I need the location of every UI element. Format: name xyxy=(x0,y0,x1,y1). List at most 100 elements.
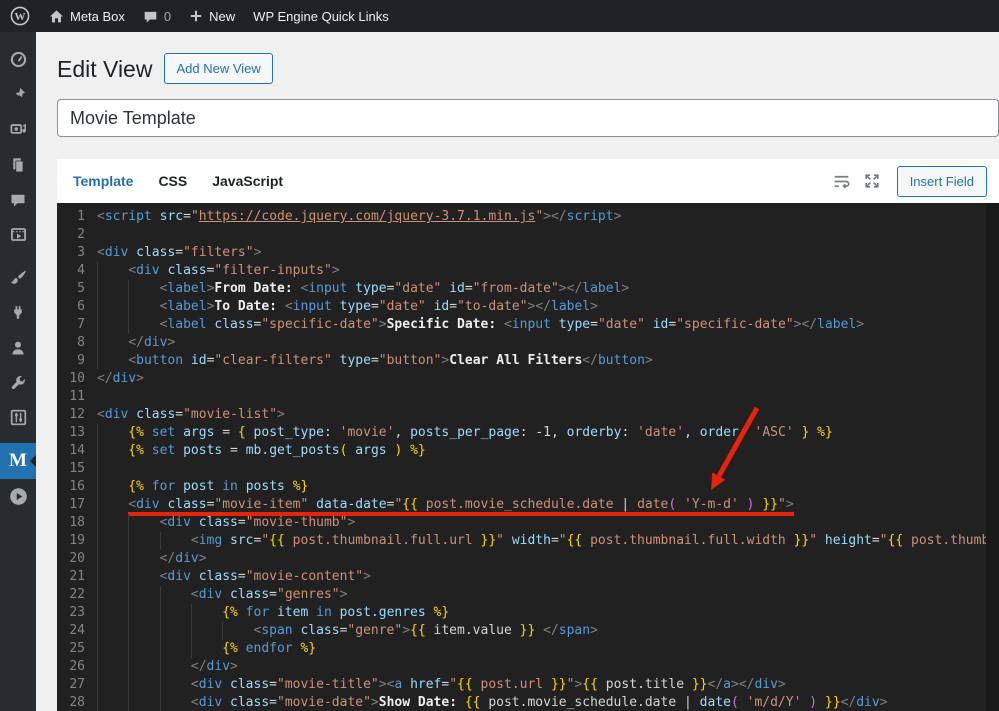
new-label: New xyxy=(209,8,236,24)
sidebar-item-video[interactable] xyxy=(0,217,36,252)
code-line[interactable]: 11 xyxy=(59,388,999,406)
code-line[interactable]: 19 <img src="{{ post.thumbnail.full.url }… xyxy=(59,532,999,550)
sidebar-item-users[interactable] xyxy=(0,330,36,365)
pushpin-icon xyxy=(10,87,26,103)
code-line[interactable]: 23 {% for item in post.genres %} xyxy=(59,604,999,622)
page-title: Edit View xyxy=(57,55,153,82)
code-line[interactable]: 22 <div class="genres"> xyxy=(59,586,999,604)
wp-engine-quick-links[interactable]: WP Engine Quick Links xyxy=(244,0,398,32)
admin-bar: W Meta Box 0 New WP Engine Quick Links xyxy=(0,0,999,32)
line-number: 18 xyxy=(69,515,85,530)
code-line[interactable]: 12 <div class="movie-list"> xyxy=(59,406,999,424)
sidebar-item-tools[interactable] xyxy=(0,365,36,400)
line-number: 25 xyxy=(69,641,85,656)
code-line[interactable]: 20 </div> xyxy=(59,550,999,568)
code-line[interactable]: 6 <label>To Date: <input type="date" id="… xyxy=(59,298,999,316)
line-number: 20 xyxy=(69,551,85,566)
line-number: 27 xyxy=(69,677,85,692)
comments-menu-item[interactable]: 0 xyxy=(134,0,180,32)
video-icon xyxy=(10,226,27,243)
code-line[interactable]: 24 <span class="genre">{{ item.value }} <… xyxy=(59,622,999,640)
code-line[interactable]: 7 <label class="specific-date">Specific D… xyxy=(59,316,999,334)
fullscreen-icon[interactable] xyxy=(863,172,881,190)
code-line[interactable]: 14 {% set posts = mb.get_posts( args ) %} xyxy=(59,442,999,460)
code-line[interactable]: 18 <div class="movie-thumb"> xyxy=(59,514,999,532)
line-number: 23 xyxy=(69,605,85,620)
line-number: 28 xyxy=(69,695,85,710)
code-line[interactable]: 21 <div class="movie-content"> xyxy=(59,568,999,586)
line-number: 9 xyxy=(77,353,85,368)
code-line[interactable]: 2 xyxy=(59,226,999,244)
view-title-input[interactable] xyxy=(57,99,999,137)
media-icon xyxy=(9,121,27,138)
comments-count: 0 xyxy=(163,8,172,24)
comments-icon xyxy=(143,9,158,24)
sliders-icon xyxy=(10,409,27,426)
editor-scrollbar[interactable] xyxy=(986,203,999,711)
new-menu-item[interactable]: New xyxy=(180,0,244,32)
sidebar-item-settings[interactable] xyxy=(0,400,36,435)
sidebar-item-comments[interactable] xyxy=(0,182,36,217)
line-number: 8 xyxy=(77,335,85,350)
line-number: 17 xyxy=(69,497,85,512)
line-number: 21 xyxy=(69,569,85,584)
sidebar-item-pages[interactable] xyxy=(0,147,36,182)
code-line[interactable]: 10 </div> xyxy=(59,370,999,388)
svg-text:W: W xyxy=(15,11,26,23)
paintbrush-icon xyxy=(10,269,27,286)
wordpress-menu-button[interactable]: W xyxy=(0,0,40,32)
sidebar-item-posts[interactable] xyxy=(0,77,36,112)
user-icon xyxy=(10,340,26,356)
tab-template[interactable]: Template xyxy=(73,173,133,189)
admin-sidebar: M xyxy=(0,32,36,711)
line-number: 4 xyxy=(77,263,85,278)
sidebar-item-dashboard[interactable] xyxy=(0,42,36,77)
line-number: 12 xyxy=(69,407,85,422)
line-number: 2 xyxy=(77,227,85,242)
dashboard-icon xyxy=(10,51,27,68)
plus-icon xyxy=(189,9,203,23)
sidebar-item-appearance[interactable] xyxy=(0,260,36,295)
code-line[interactable]: 17 <div class="movie-item" data-date="{{ … xyxy=(59,496,999,516)
sidebar-item-plugins[interactable] xyxy=(0,295,36,330)
code-line[interactable]: 9 <button id="clear-filters" type="button… xyxy=(59,352,999,370)
tab-javascript[interactable]: JavaScript xyxy=(212,173,283,189)
line-number: 1 xyxy=(77,209,85,224)
line-number: 6 xyxy=(77,299,85,314)
code-line[interactable]: 26 </div> xyxy=(59,658,999,676)
line-number: 19 xyxy=(69,533,85,548)
add-new-view-button[interactable]: Add New View xyxy=(164,53,273,84)
line-number: 7 xyxy=(77,317,85,332)
line-number: 26 xyxy=(69,659,85,674)
code-line[interactable]: 1 <script src="https://code.jquery.com/jq… xyxy=(59,208,999,226)
comment-bubble-icon xyxy=(10,192,26,208)
code-line[interactable]: 15 xyxy=(59,460,999,478)
plug-icon xyxy=(10,305,26,321)
code-editor[interactable]: 1 <script src="https://code.jquery.com/jq… xyxy=(57,203,999,711)
code-line[interactable]: 8 </div> xyxy=(59,334,999,352)
code-line[interactable]: 25 {% endfor %} xyxy=(59,640,999,658)
code-line[interactable]: 27 <div class="movie-title"><a href="{{ p… xyxy=(59,676,999,694)
admin-content: Edit View Add New View Template CSS Java… xyxy=(36,32,999,711)
sidebar-item-play[interactable] xyxy=(0,479,36,514)
wrench-icon xyxy=(10,375,26,391)
code-line[interactable]: 16 {% for post in posts %} xyxy=(59,478,999,496)
sidebar-item-meta-box[interactable]: M xyxy=(0,443,36,479)
code-line[interactable]: 13 {% set args = { post_type: 'movie', po… xyxy=(59,424,999,442)
code-lines: 1 <script src="https://code.jquery.com/jq… xyxy=(59,208,999,711)
insert-field-button[interactable]: Insert Field xyxy=(896,165,987,197)
line-number: 11 xyxy=(69,389,85,404)
site-menu-item[interactable]: Meta Box xyxy=(40,0,134,32)
code-line[interactable]: 5 <label>From Date: <input type="date" id… xyxy=(59,280,999,298)
word-wrap-icon[interactable] xyxy=(832,172,851,191)
home-icon xyxy=(49,9,64,24)
tab-css[interactable]: CSS xyxy=(158,173,187,189)
code-line[interactable]: 4 <div class="filter-inputs"> xyxy=(59,262,999,280)
line-number: 13 xyxy=(69,425,85,440)
quick-links-label: WP Engine Quick Links xyxy=(253,8,389,24)
line-number: 5 xyxy=(77,281,85,296)
line-number: 24 xyxy=(69,623,85,638)
code-line[interactable]: 3 <div class="filters"> xyxy=(59,244,999,262)
sidebar-item-media[interactable] xyxy=(0,112,36,147)
code-line[interactable]: 28 <div class="movie-date">Show Date: {{ … xyxy=(59,694,999,711)
